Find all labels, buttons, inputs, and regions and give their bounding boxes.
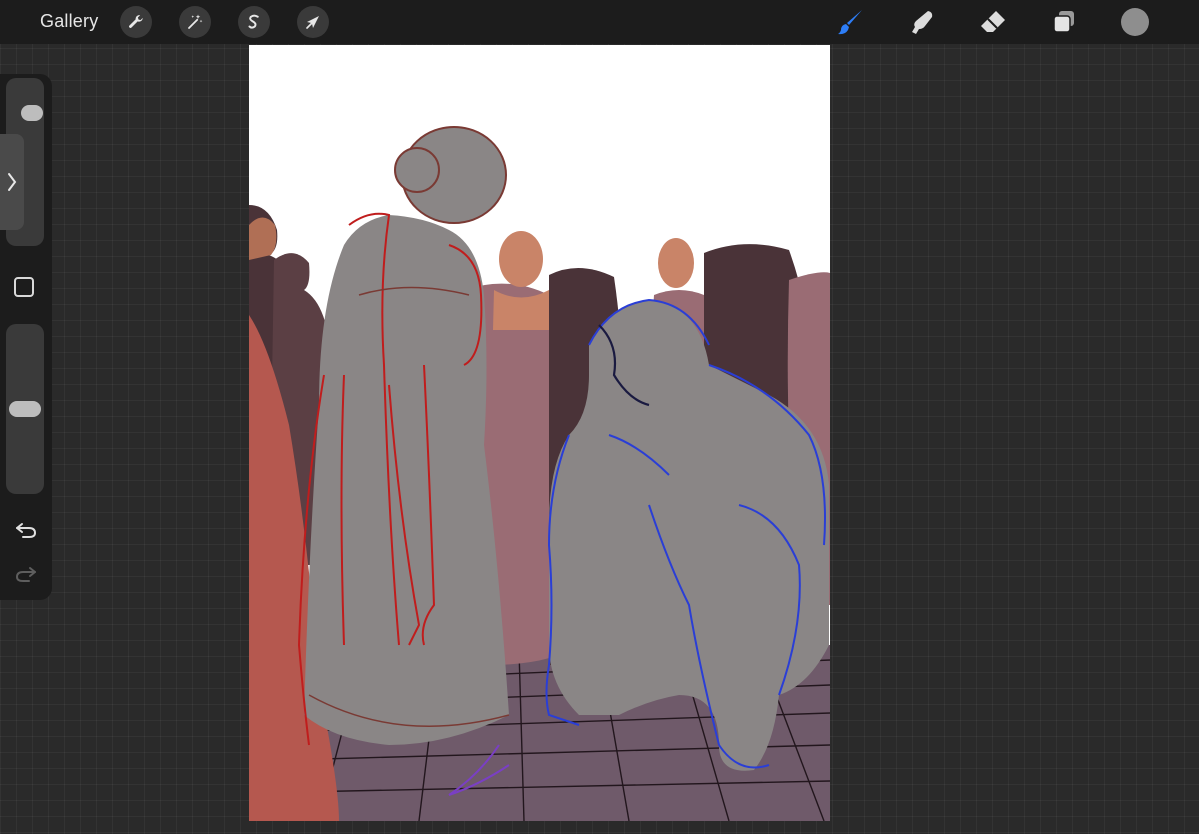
opacity-slider[interactable] bbox=[6, 324, 44, 494]
modify-square-icon[interactable] bbox=[14, 277, 34, 297]
layers-icon bbox=[1053, 11, 1074, 33]
magic-wand-icon bbox=[188, 14, 203, 29]
arrow-cursor-icon bbox=[306, 16, 319, 29]
redo-icon bbox=[15, 567, 36, 582]
brush-icon bbox=[838, 10, 862, 35]
chevron-right-icon bbox=[8, 173, 17, 191]
adjustments-button[interactable] bbox=[179, 6, 211, 38]
color-picker-button[interactable] bbox=[1121, 8, 1149, 36]
wrench-icon bbox=[129, 15, 143, 28]
transform-button[interactable] bbox=[297, 6, 329, 38]
procreate-app: Gallery bbox=[0, 0, 1199, 834]
top-toolbar: Gallery bbox=[0, 0, 1199, 44]
opacity-slider-thumb[interactable] bbox=[9, 401, 41, 417]
sidebar-toggle-tab[interactable] bbox=[0, 134, 24, 230]
smudge-finger-icon bbox=[912, 11, 933, 34]
brush-tool[interactable] bbox=[835, 6, 867, 38]
brush-size-slider-thumb[interactable] bbox=[21, 105, 43, 122]
artwork-illustration bbox=[249, 126, 830, 821]
smudge-tool[interactable] bbox=[906, 6, 938, 38]
drawing-canvas[interactable] bbox=[249, 45, 830, 821]
redo-button[interactable] bbox=[12, 562, 40, 586]
layers-tool[interactable] bbox=[1048, 6, 1080, 38]
actions-button[interactable] bbox=[120, 6, 152, 38]
undo-button[interactable] bbox=[12, 518, 40, 542]
eraser-icon bbox=[981, 11, 1005, 32]
selection-s-icon bbox=[248, 14, 259, 29]
eraser-tool[interactable] bbox=[977, 6, 1009, 38]
undo-icon bbox=[16, 523, 37, 538]
gallery-button[interactable]: Gallery bbox=[40, 11, 98, 32]
selection-button[interactable] bbox=[238, 6, 270, 38]
